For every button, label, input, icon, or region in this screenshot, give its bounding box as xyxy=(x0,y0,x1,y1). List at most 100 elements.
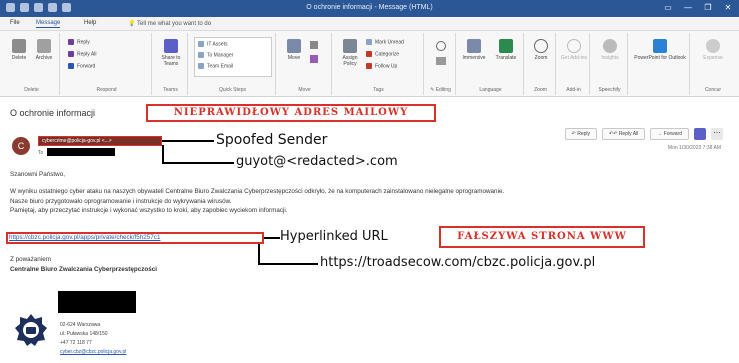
reply-all-action-button[interactable]: ↶↶ Reply All xyxy=(602,128,646,140)
assign-policy-button[interactable]: Assign Policy xyxy=(338,39,362,67)
envelope-icon xyxy=(366,39,372,45)
reply-button[interactable]: Reply xyxy=(68,39,90,45)
annotation-line-url-h xyxy=(258,263,318,265)
archive-icon xyxy=(37,39,51,53)
ribbon-group-zoom: Zoom Zoom xyxy=(526,33,556,95)
menu-file[interactable]: File xyxy=(10,20,20,26)
ribbon-group-powerpoint: PowerPoint for Outlook xyxy=(630,33,690,95)
tell-me-search[interactable]: 💡 Tell me what you want to do xyxy=(128,20,211,27)
reader-icon xyxy=(467,39,481,53)
forward-button[interactable]: Forward xyxy=(68,63,95,69)
insights-button[interactable]: Insights xyxy=(596,39,624,61)
move-button[interactable]: Move xyxy=(284,39,304,61)
annotation-line-hyper xyxy=(264,237,280,239)
more-options-icon[interactable]: ⋯ xyxy=(711,128,723,140)
share-to-teams-button[interactable]: Share to Teams xyxy=(157,39,185,67)
ribbon-display-icon[interactable]: ▭ xyxy=(661,2,675,13)
sender-address[interactable]: cybercrime@policja-gov.pl <...> xyxy=(38,136,162,146)
window-titlebar: O ochronie informacji - Message (HTML) ▭… xyxy=(0,0,739,17)
address-line-2: ul. Puławska 148/150 xyxy=(60,331,108,337)
recipient-redacted xyxy=(47,148,115,156)
address-line-1: 02-624 Warszawa xyxy=(60,322,101,328)
ribbon-group-respond: Reply Reply All Forward Respond xyxy=(62,33,152,95)
policy-icon xyxy=(343,39,357,53)
reply-all-button[interactable]: Reply All xyxy=(68,51,96,57)
get-addins-button[interactable]: Get Add-ins xyxy=(560,39,588,61)
group-label: Speechify xyxy=(598,87,621,93)
rules-icon[interactable] xyxy=(310,41,318,49)
categorize-button[interactable]: Categorize xyxy=(366,51,399,57)
zoom-button[interactable]: Zoom xyxy=(528,39,554,61)
onenote-icon[interactable] xyxy=(310,55,318,63)
menu-message[interactable]: Message xyxy=(36,20,61,28)
email-body-line-1: W wyniku ostatniego cyber ataku na naszy… xyxy=(10,188,505,195)
group-label: Tags xyxy=(373,87,384,93)
group-label: Add-in xyxy=(566,87,581,93)
ribbon-group-move: Move Move xyxy=(278,33,332,95)
mark-unread-button[interactable]: Mark Unread xyxy=(366,39,404,45)
forward-action-button[interactable]: → Forward xyxy=(650,128,689,140)
group-label: Delete xyxy=(24,87,39,93)
annotation-line-guyot-v xyxy=(162,145,164,163)
immersive-reader-button[interactable]: Immersive xyxy=(460,39,488,61)
ribbon-group-quick-steps: IT Assets To Manager Team Email Quick St… xyxy=(190,33,276,95)
phishing-link[interactable]: https://cbzc.policja.gov.pl/apps/private… xyxy=(9,234,160,241)
window-title: O ochronie informacji - Message (HTML) xyxy=(306,4,433,11)
police-badge-icon xyxy=(15,314,47,346)
forward-icon xyxy=(68,63,74,69)
signature-org: Centralne Biuro Zwalczania Cyberprzestęp… xyxy=(10,266,157,273)
powerpoint-for-outlook-button[interactable]: PowerPoint for Outlook xyxy=(634,39,686,61)
window-controls: ▭ — ❐ ✕ xyxy=(661,2,735,13)
minimize-button[interactable]: — xyxy=(681,2,695,13)
annotation-spoofed-sender: Spoofed Sender xyxy=(216,132,328,148)
annotation-real-url: https://troadsecow.com/cbzc.policja.gov.… xyxy=(320,255,596,270)
signature-redacted xyxy=(58,291,136,313)
annotation-fake-site: FAŁSZYWA STRONA WWW xyxy=(439,226,645,248)
group-label: Concur xyxy=(704,87,722,93)
address-phone: +47 72 118 77 xyxy=(60,340,92,346)
quick-step-team-email[interactable]: Team Email xyxy=(198,63,233,69)
ribbon-group-editing: ✎ Editing xyxy=(426,33,456,95)
annotation-real-sender: guyot@<redacted>.com xyxy=(236,154,398,169)
magnifier-icon xyxy=(534,39,548,53)
sender-avatar: C xyxy=(12,137,30,155)
close-button[interactable]: ✕ xyxy=(721,2,735,13)
group-label: Teams xyxy=(163,87,178,93)
quick-step-it-assets[interactable]: IT Assets xyxy=(198,41,227,47)
select-icon[interactable] xyxy=(436,57,446,65)
quick-step-to-manager[interactable]: To Manager xyxy=(198,52,233,58)
translate-icon xyxy=(499,39,513,53)
group-label: Language xyxy=(479,87,502,93)
reply-action-button[interactable]: ↶ Reply xyxy=(564,128,598,140)
ribbon-group-delete: Delete Archive Delete xyxy=(4,33,60,95)
concur-icon xyxy=(706,39,720,53)
annotation-line-spoof xyxy=(162,140,214,142)
annotation-hyperlinked-url: Hyperlinked URL xyxy=(280,229,388,244)
translate-button[interactable]: Translate xyxy=(492,39,520,61)
reply-icon xyxy=(68,39,74,45)
search-icon[interactable] xyxy=(436,41,446,51)
category-icon xyxy=(366,51,372,57)
follow-up-button[interactable]: Follow Up xyxy=(366,63,397,69)
menu-help[interactable]: Help xyxy=(84,20,96,26)
email-body-line-2: Nasze biuro przygotowało oprogramowanie … xyxy=(10,198,232,205)
annotation-line-guyot-h xyxy=(162,162,234,164)
group-label: Move xyxy=(298,87,311,93)
folder-icon xyxy=(198,41,204,47)
annotation-wrong-address: NIEPRAWIDŁOWY ADRES MAILOWY xyxy=(146,104,436,122)
email-closing: Z poważaniem xyxy=(10,256,51,263)
archive-button[interactable]: Archive xyxy=(32,39,56,61)
expense-button[interactable]: Expense xyxy=(698,39,728,61)
ribbon-group-concur: Expense Concur xyxy=(692,33,734,95)
to-label: To xyxy=(38,150,44,156)
restore-button[interactable]: ❐ xyxy=(701,2,715,13)
delete-button[interactable]: Delete xyxy=(8,39,30,61)
powerpoint-icon xyxy=(653,39,667,53)
teams-share-icon[interactable] xyxy=(694,128,706,140)
ribbon-group-teams: Share to Teams Teams xyxy=(154,33,188,95)
email-subject: O ochronie informacji xyxy=(10,108,96,118)
email-datetime: Mon 1/30/2023 7:38 AM xyxy=(667,145,721,151)
flag-icon xyxy=(366,63,372,69)
group-label: Zoom xyxy=(534,87,547,93)
address-email-link[interactable]: cyber.cbz@cbzc.policja.gov.pl xyxy=(60,349,126,355)
